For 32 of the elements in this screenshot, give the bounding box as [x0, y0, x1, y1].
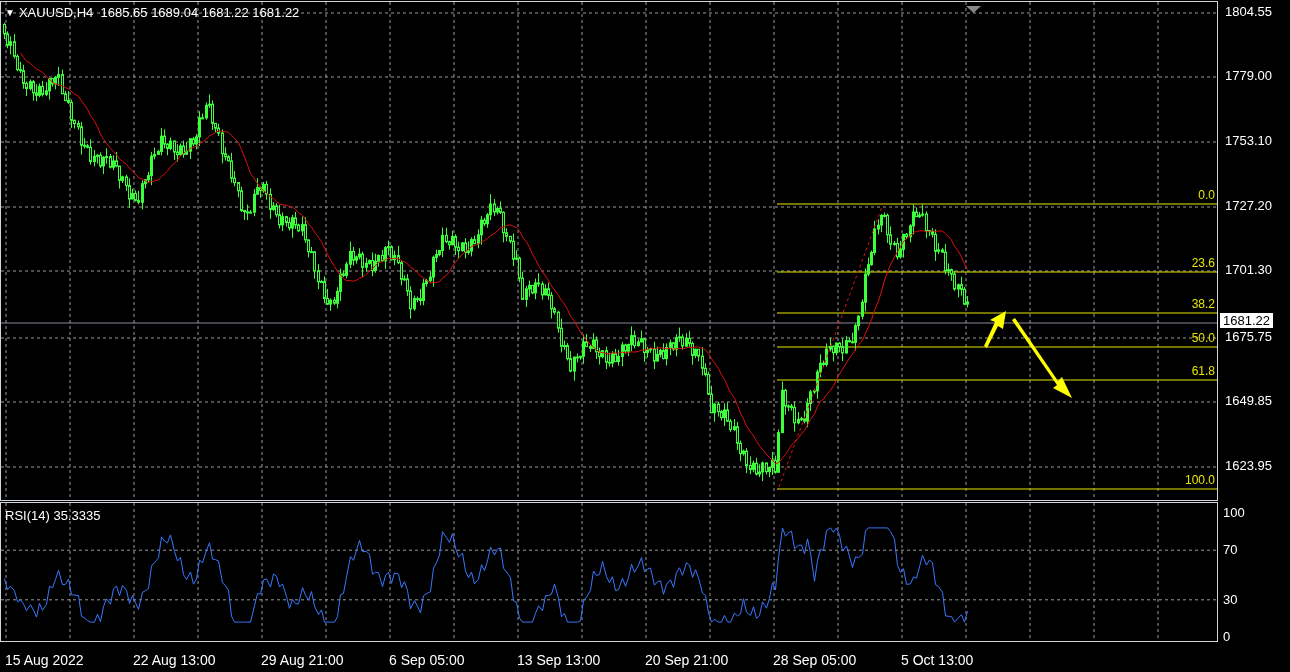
price-axis-label: 1727.20: [1225, 199, 1272, 213]
time-axis-label: 20 Sep 21:00: [645, 652, 729, 668]
price-axis-label: 1701.30: [1225, 263, 1272, 277]
price-axis-label: 1623.95: [1225, 459, 1272, 473]
rsi-axis-label: 0: [1223, 630, 1231, 644]
up-arrow: [984, 311, 1006, 348]
time-axis-label: 5 Oct 13:00: [901, 652, 974, 668]
fibonacci-level-label: 61.8: [1191, 365, 1215, 378]
rsi-axis-label: 30: [1223, 592, 1238, 607]
price-axis-label: 1649.85: [1225, 394, 1272, 408]
fibonacci-level-label: 100.0: [1184, 474, 1215, 487]
indicator-label: RSI(14) 35.3335: [5, 509, 101, 523]
time-axis-label: 13 Sep 13:00: [517, 652, 601, 668]
fibonacci-level-label: 0.0: [1198, 189, 1215, 202]
fibonacci-level-label: 38.2: [1191, 298, 1215, 311]
time-axis-label: 15 Aug 2022: [5, 652, 84, 668]
price-axis-label: 1675.75: [1225, 330, 1272, 344]
time-axis-label: 29 Aug 21:00: [261, 652, 344, 668]
price-axis-label: 1753.10: [1225, 134, 1272, 148]
time-axis-label: 6 Sep 05:00: [389, 652, 465, 668]
shift-marker-icon: [966, 6, 981, 13]
rsi-axis-label: 100: [1223, 506, 1245, 520]
rsi-axis-label: 70: [1223, 543, 1238, 558]
current-price-label: 1681.22: [1220, 313, 1273, 328]
collapse-glyph: ▼: [5, 6, 15, 20]
time-axis-label: 22 Aug 13:00: [133, 652, 216, 668]
fibonacci-level-label: 50.0: [1191, 332, 1215, 345]
price-axis-label: 1779.00: [1225, 69, 1272, 83]
time-axis-label: 28 Sep 05:00: [773, 652, 857, 668]
fibonacci-level-label: 23.6: [1191, 257, 1215, 270]
chart-title: XAUUSD,H4 1685.65 1689.04 1681.22 1681.22: [18, 5, 300, 21]
price-axis-label: 1804.55: [1225, 5, 1272, 19]
